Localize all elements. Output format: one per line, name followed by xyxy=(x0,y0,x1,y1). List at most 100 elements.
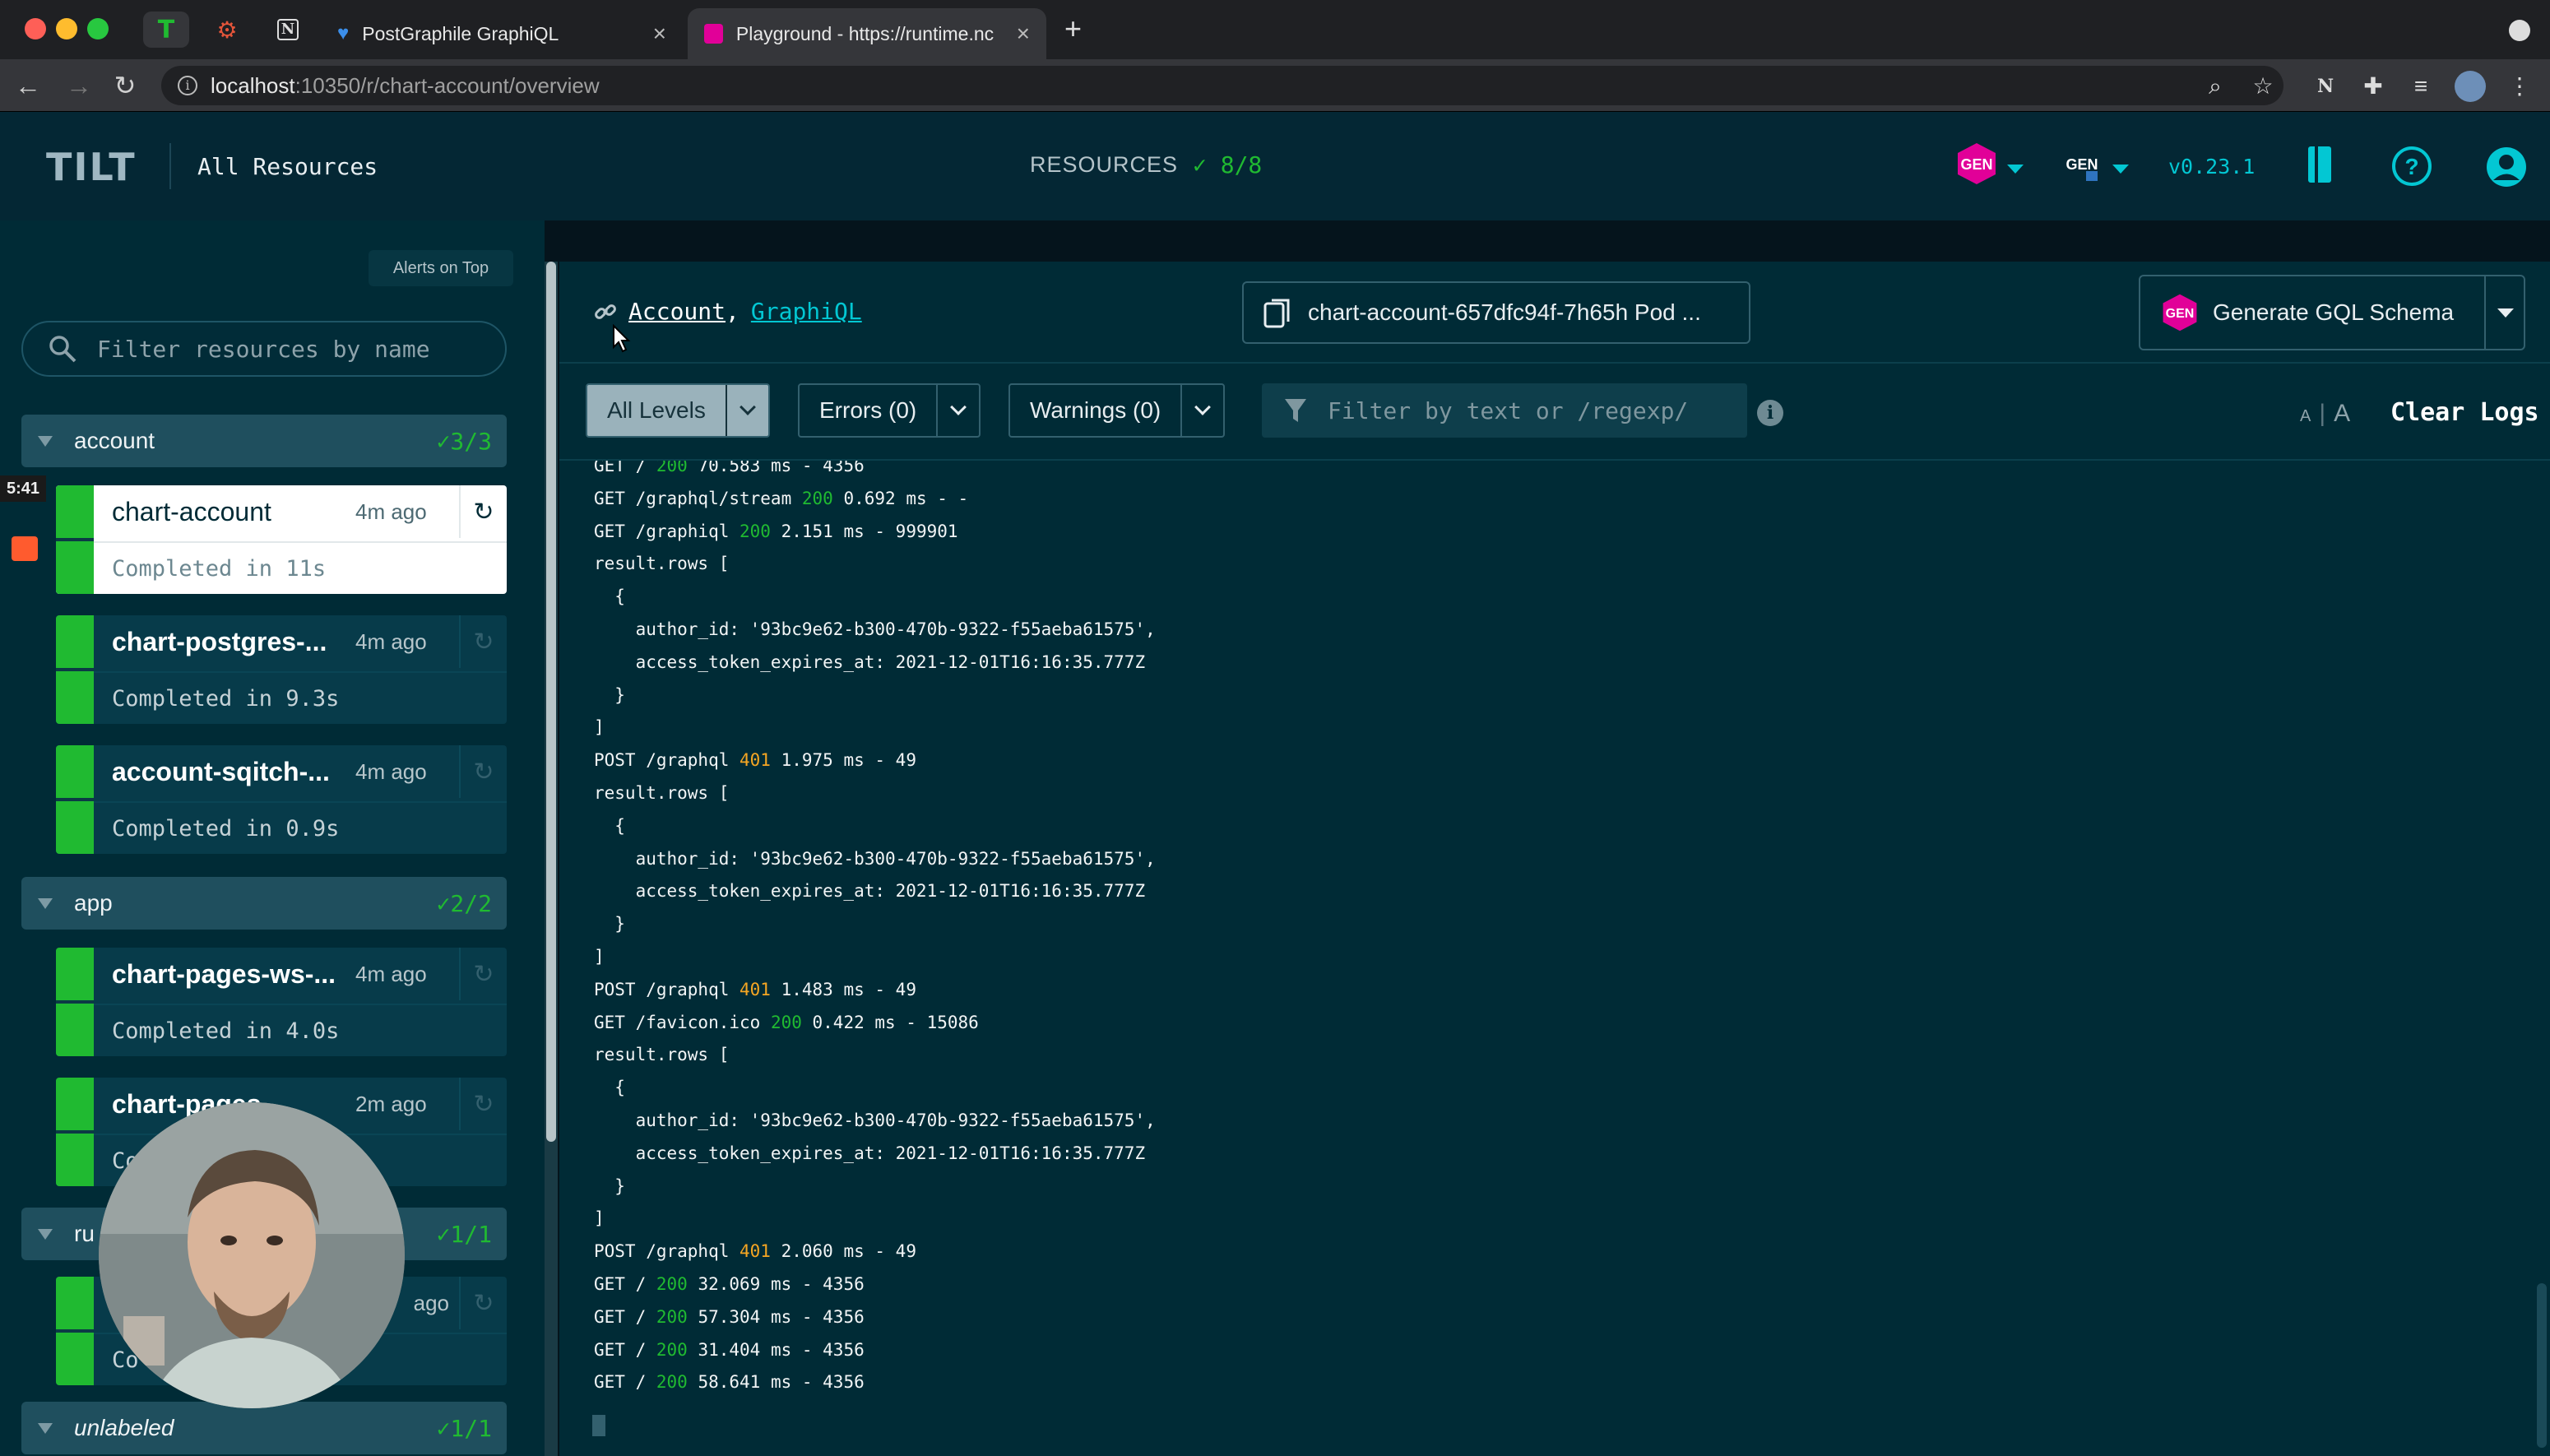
bookmark-star-icon[interactable]: ☆ xyxy=(2249,72,2277,100)
all-resources-link[interactable]: All Resources xyxy=(197,153,378,180)
notion-extension-icon[interactable]: N xyxy=(2311,72,2339,100)
resource-time: ago xyxy=(413,1290,449,1315)
forward-arrow-icon[interactable]: → xyxy=(63,71,95,100)
gen-dropdown-caret[interactable] xyxy=(2007,165,2024,174)
log-line: GET /graphiql 200 2.151 ms - 999901 xyxy=(594,515,958,548)
profile-avatar[interactable] xyxy=(2455,71,2486,102)
group-app[interactable]: app ✓2/2 xyxy=(21,877,507,930)
log-text: author_id: '93bc9e62-b300-470b-9322-f55a… xyxy=(594,848,1156,869)
pod-id-label: chart-account-657dfc94f-7h65h Pod ... xyxy=(1308,299,1701,325)
clear-logs-button[interactable]: Clear Logs xyxy=(2390,398,2539,427)
trigger-update-icon[interactable]: ↻ xyxy=(459,745,507,798)
decrease-font-button[interactable]: A xyxy=(2300,407,2311,426)
recording-stop-button[interactable] xyxy=(12,536,38,561)
log-text: GET / xyxy=(594,1339,656,1360)
log-text: result.rows [ xyxy=(594,1045,730,1065)
resource-item-chart-postgres[interactable]: chart-postgres-... 4m ago ↻ Completed in… xyxy=(56,615,507,724)
url-field[interactable]: i localhost:10350/r/chart-account/overvi… xyxy=(161,66,2283,105)
webcam-overlay xyxy=(99,1102,405,1408)
status-code: 200 xyxy=(656,1372,688,1393)
close-tab-icon[interactable]: × xyxy=(653,21,666,47)
trigger-update-icon[interactable]: ↻ xyxy=(459,948,507,1000)
tab-postgraphile[interactable]: ♥ PostGraphile GraphiQL × xyxy=(321,8,683,59)
resource-time: 4m ago xyxy=(355,961,427,986)
reload-icon[interactable]: ↻ xyxy=(109,71,141,100)
info-icon[interactable]: i xyxy=(1757,400,1783,426)
resource-item-account-sqitch[interactable]: account-sqitch-... 4m ago ↻ Completed in… xyxy=(56,745,507,854)
trigger-update-icon[interactable]: ↻ xyxy=(459,485,507,538)
tab-title: Playground - https://runtime.nc xyxy=(735,22,994,44)
log-text: result.rows [ xyxy=(594,554,730,574)
group-account[interactable]: account ✓3/3 xyxy=(21,415,507,467)
resource-item-chart-pages-ws[interactable]: chart-pages-ws-... 4m ago ↻ Completed in… xyxy=(56,948,507,1056)
extensions-puzzle-icon[interactable]: ✚ xyxy=(2359,72,2387,100)
log-scrollbar[interactable] xyxy=(2534,461,2550,1456)
chevron-down-icon[interactable] xyxy=(1180,385,1223,436)
warnings-filter[interactable]: Warnings (0) xyxy=(1008,383,1226,438)
log-text: ] xyxy=(594,717,605,738)
chevron-down-icon[interactable] xyxy=(725,385,768,436)
log-filter-input[interactable] xyxy=(1328,396,1739,424)
user-account-icon[interactable] xyxy=(2484,145,2529,189)
gql-dropdown-caret[interactable] xyxy=(2497,308,2514,318)
svg-text:GEN: GEN xyxy=(2166,307,2195,321)
pinned-tab-2[interactable]: ⚙ xyxy=(204,12,250,48)
group-unlabeled[interactable]: unlabeled ✓1/1 xyxy=(21,1402,507,1454)
resource-time: 2m ago xyxy=(355,1091,427,1116)
log-line: author_id: '93bc9e62-b300-470b-9322-f55a… xyxy=(594,1104,1156,1137)
increase-font-button[interactable]: A xyxy=(2334,400,2350,428)
resource-item-chart-account[interactable]: chart-account 4m ago ↻ Completed in 11s xyxy=(56,485,507,594)
status-code: 401 xyxy=(740,979,771,999)
gen-ts-badge-icon[interactable]: GEN xyxy=(2060,141,2104,186)
search-input[interactable] xyxy=(97,335,492,363)
all-levels-filter[interactable]: All Levels xyxy=(586,383,770,438)
trigger-update-icon[interactable]: ↻ xyxy=(459,1277,507,1329)
alerts-on-top-toggle[interactable]: Alerts on Top xyxy=(369,250,513,286)
gen-ts-dropdown-caret[interactable] xyxy=(2112,165,2129,174)
log-line: { xyxy=(594,1071,625,1104)
log-line: ] xyxy=(594,940,605,973)
log-line: author_id: '93bc9e62-b300-470b-9322-f55a… xyxy=(594,842,1156,875)
trigger-update-icon[interactable]: ↻ xyxy=(459,1078,507,1130)
resource-name: chart-postgres-... xyxy=(112,626,327,656)
log-text: 0.692 ms - - xyxy=(832,488,969,508)
new-tab-button[interactable]: + xyxy=(1064,12,1082,46)
tab-search-icon[interactable] xyxy=(2509,20,2530,41)
graphiql-endpoint-link[interactable]: GraphiQL xyxy=(751,298,862,325)
account-endpoint-link[interactable]: Account xyxy=(628,298,726,325)
log-text: { xyxy=(594,815,625,836)
gen-badge-icon[interactable]: GEN xyxy=(1954,141,1999,186)
playground-favicon-icon xyxy=(704,24,723,44)
errors-filter[interactable]: Errors (0) xyxy=(798,383,981,438)
log-line: GET / 200 31.404 ms - 4356 xyxy=(594,1333,865,1366)
pinned-tab-tilt[interactable]: T xyxy=(143,12,189,48)
log-text: 2.060 ms - 49 xyxy=(770,1241,916,1262)
log-line: GET / 200 32.069 ms - 4356 xyxy=(594,1268,865,1301)
zoom-icon[interactable]: ⌕ xyxy=(2201,72,2229,100)
maximize-window-button[interactable] xyxy=(87,18,109,39)
pinned-tab-notion[interactable]: N xyxy=(265,12,311,48)
chevron-down-icon[interactable] xyxy=(936,385,979,436)
log-text: } xyxy=(594,1175,625,1196)
tab-playground[interactable]: Playground - https://runtime.nc × xyxy=(688,8,1046,59)
back-arrow-icon[interactable]: ← xyxy=(12,71,44,100)
log-text: GET /graphql/stream xyxy=(594,488,802,508)
reading-list-icon[interactable]: ≡ xyxy=(2407,72,2435,100)
log-text: GET / xyxy=(594,1372,656,1393)
tilt-logo[interactable]: TILT xyxy=(46,145,137,189)
sidebar-scrollbar[interactable] xyxy=(545,262,558,1456)
scroll-thumb[interactable] xyxy=(2537,1283,2547,1448)
generate-gql-schema-button[interactable]: GEN Generate GQL Schema xyxy=(2140,276,2486,349)
close-tab-icon[interactable]: × xyxy=(1017,21,1030,47)
close-window-button[interactable] xyxy=(25,18,46,39)
log-output: GET / 200 70.583 ms - 4356 GET /graphql/s… xyxy=(594,461,2486,1448)
minimize-window-button[interactable] xyxy=(56,18,77,39)
help-icon[interactable]: ? xyxy=(2390,145,2433,188)
scroll-thumb[interactable] xyxy=(546,262,556,1142)
browser-menu-icon[interactable]: ⋮ xyxy=(2506,72,2534,100)
copy-pod-id-button[interactable]: chart-account-657dfc94f-7h65h Pod ... xyxy=(1242,281,1750,344)
site-info-icon[interactable]: i xyxy=(178,76,197,95)
docs-book-icon[interactable] xyxy=(2305,143,2338,186)
trigger-update-icon[interactable]: ↻ xyxy=(459,615,507,668)
endpoint-links: Account, GraphiQL xyxy=(594,298,862,325)
